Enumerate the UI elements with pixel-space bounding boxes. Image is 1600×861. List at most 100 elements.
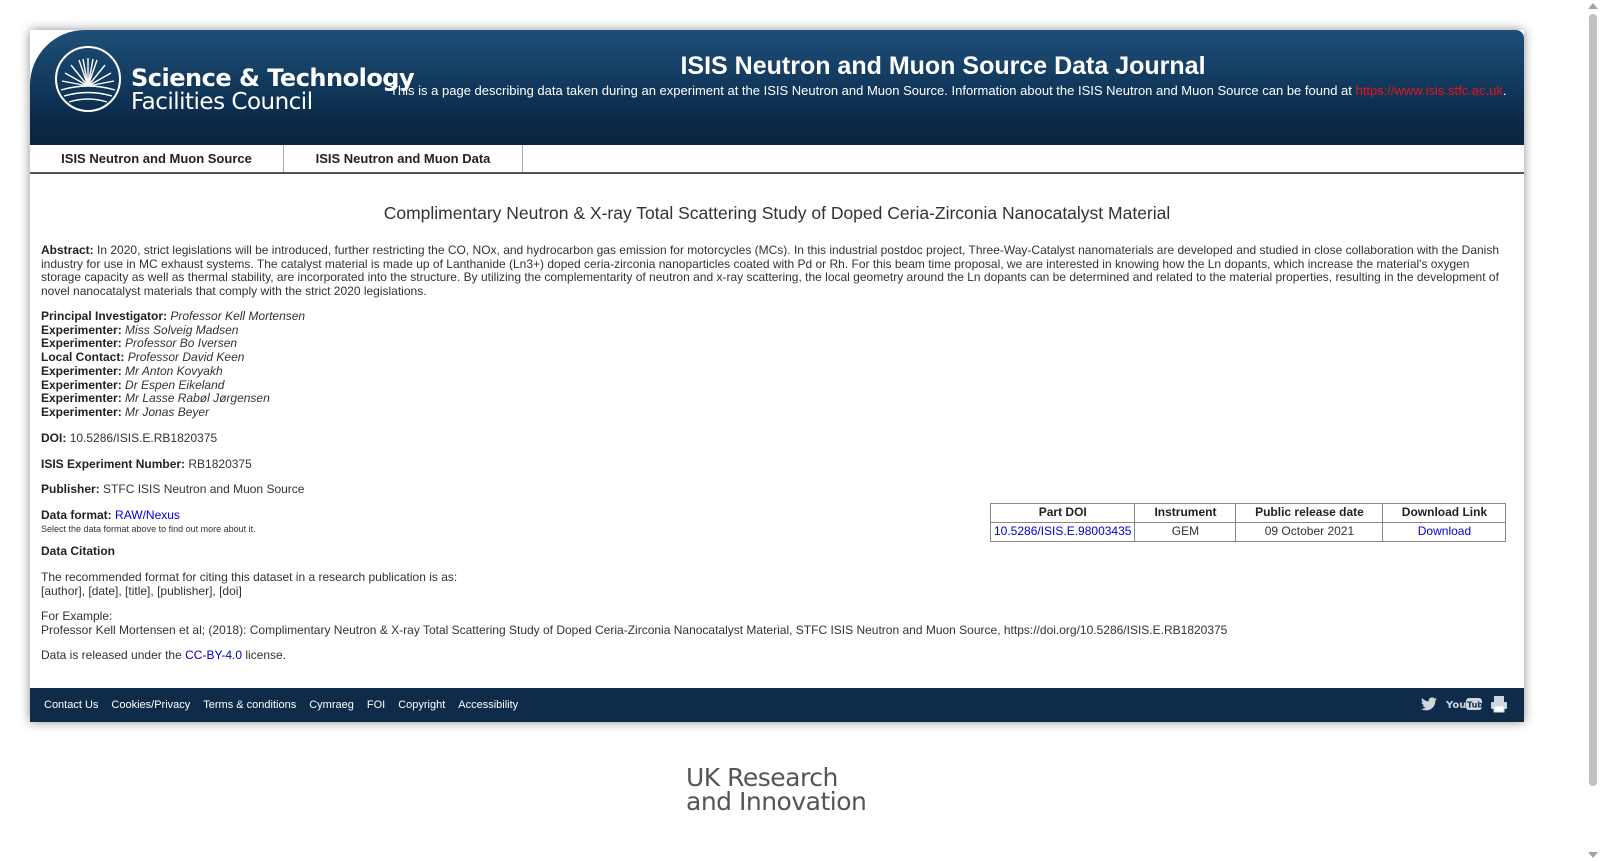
abstract: Abstract: In 2020, strict legislations w… [41, 243, 1506, 299]
part-doi-cell: 10.5286/ISIS.E.98003435 [989, 522, 1136, 542]
doi-value: 10.5286/ISIS.E.RB1820375 [69, 431, 218, 445]
person-name: Professor Kell Mortensen [170, 309, 306, 323]
example-citation: Professor Kell Mortensen et al; (2018): … [41, 623, 1228, 637]
vertical-scrollbar[interactable] [1585, 0, 1600, 861]
footer-link-cookies[interactable]: Cookies/Privacy [111, 688, 190, 722]
person-name: Mr Jonas Beyer [125, 404, 210, 419]
table-row: 10.5286/ISIS.E.98003435 GEM 09 October 2… [989, 522, 1507, 542]
part-doi-link[interactable]: 10.5286/ISIS.E.98003435 [994, 524, 1131, 538]
site-description-text: This is a page describing data taken dur… [390, 83, 1352, 98]
instrument-cell: GEM [1134, 522, 1237, 542]
person-row: Experimenter: Mr Jonas Beyer [41, 404, 305, 420]
stfc-sunburst-icon [55, 46, 121, 112]
doi-field: DOI: 10.5286/ISIS.E.RB1820375 [41, 431, 218, 446]
svg-text:You: You [1446, 700, 1466, 711]
isis-website-link[interactable]: https://www.isis.stfc.ac.uk [1356, 83, 1503, 98]
page-title: Complimentary Neutron & X-ray Total Scat… [383, 203, 1171, 223]
release-date-cell: 09 October 2021 [1235, 522, 1384, 542]
footer-link-copyright[interactable]: Copyright [398, 688, 445, 722]
ukri-line2: and Innovation [686, 787, 867, 816]
citation-heading: Data Citation [41, 544, 116, 558]
scroll-down-arrow-icon[interactable] [1588, 852, 1598, 858]
doi-label: DOI: [41, 431, 67, 445]
main-content: Complimentary Neutron & X-ray Total Scat… [30, 174, 1524, 688]
print-icon[interactable] [1490, 695, 1508, 713]
social-links: You Tube [1420, 695, 1508, 713]
license-note: Data is released under the CC-BY-4.0 lic… [41, 648, 287, 663]
logo-line1: Science & Technology [131, 64, 415, 92]
data-format-field: Data format: RAW/Nexus [41, 508, 180, 523]
footer-link-foi[interactable]: FOI [367, 688, 385, 722]
abstract-text: In 2020, strict legislations will be int… [41, 243, 1500, 299]
footer-link-contact[interactable]: Contact Us [44, 688, 98, 722]
data-format-label: Data format: [41, 508, 112, 522]
person-role: Experimenter: [41, 363, 122, 378]
column-header-instrument: Instrument [1134, 503, 1237, 523]
person-row: Experimenter: Mr Lasse Rabøl Jørgensen [41, 391, 305, 406]
citation-format: [author], [date], [title], [publisher], … [41, 584, 242, 598]
top-nav: ISIS Neutron and Muon Source ISIS Neutro… [30, 145, 1524, 174]
license-link[interactable]: CC-BY-4.0 [185, 648, 242, 662]
person-name: Dr Espen Eikeland [125, 377, 225, 392]
footer-link-accessibility[interactable]: Accessibility [458, 688, 518, 722]
twitter-icon[interactable] [1420, 696, 1438, 712]
nav-isis-data[interactable]: ISIS Neutron and Muon Data [284, 145, 523, 172]
ukri-logo: UK Research and Innovation [686, 765, 867, 816]
person-row: Local Contact: Professor David Keen [41, 350, 305, 365]
footer-link-cymraeg[interactable]: Cymraeg [309, 688, 354, 722]
person-row: Principal Investigator: Professor Kell M… [41, 309, 306, 324]
person-name: Miss Solveig Madsen [125, 322, 239, 337]
scroll-up-arrow-icon[interactable] [1588, 3, 1598, 9]
people-list: Principal Investigator: Professor Kell M… [41, 309, 306, 420]
person-name: Professor David Keen [127, 350, 245, 365]
person-row: Experimenter: Mr Anton Kovyakh [41, 363, 305, 379]
citation-intro: The recommended format for citing this d… [41, 570, 458, 584]
experiment-number-value: RB1820375 [188, 457, 252, 471]
person-row: Experimenter: Miss Solveig Madsen [41, 322, 305, 338]
nav-isis-source[interactable]: ISIS Neutron and Muon Source [30, 145, 284, 172]
youtube-icon[interactable]: You Tube [1446, 696, 1482, 712]
page-container: Science & Technology Facilities Council … [30, 30, 1524, 722]
person-role: Experimenter: [41, 391, 122, 406]
person-name: Professor Bo Iversen [125, 336, 238, 351]
column-header-download: Download Link [1382, 503, 1507, 523]
column-header-release-date: Public release date [1235, 503, 1384, 523]
footer-link-terms[interactable]: Terms & conditions [203, 688, 296, 722]
data-format-hint: Select the data format above to find out… [41, 524, 256, 534]
person-name: Mr Anton Kovyakh [125, 363, 223, 378]
stfc-logo[interactable]: Science & Technology Facilities Council [55, 46, 415, 116]
table-header-row: Part DOI Instrument Public release date … [989, 503, 1507, 523]
person-role: Experimenter: [41, 404, 122, 419]
data-format-link[interactable]: RAW/Nexus [115, 508, 180, 522]
site-description: This is a page describing data taken dur… [390, 83, 1507, 98]
person-role: Experimenter: [41, 336, 122, 351]
person-name: Mr Lasse Rabøl Jørgensen [125, 391, 270, 406]
column-header-part-doi: Part DOI [989, 503, 1136, 523]
download-link[interactable]: Download [1418, 524, 1471, 538]
footer-links: Contact Us Cookies/Privacy Terms & condi… [44, 688, 518, 722]
person-role: Experimenter: [41, 322, 122, 337]
scrollbar-thumb[interactable] [1589, 14, 1597, 786]
publisher-field: Publisher: STFC ISIS Neutron and Muon So… [41, 482, 305, 497]
logo-line2: Facilities Council [131, 89, 313, 115]
abstract-label: Abstract: [41, 243, 94, 257]
publisher-value: STFC ISIS Neutron and Muon Source [103, 482, 305, 496]
person-row: Experimenter: Professor Bo Iversen [41, 337, 305, 351]
person-row: Experimenter: Dr Espen Eikeland [41, 377, 305, 393]
download-cell: Download [1382, 522, 1507, 542]
person-role: Experimenter: [41, 377, 122, 392]
person-role: Local Contact: [41, 350, 125, 365]
license-prefix: Data is released under the [41, 648, 182, 662]
experiment-number-label: ISIS Experiment Number: [41, 457, 186, 471]
publisher-label: Publisher: [41, 482, 100, 496]
experiment-number-field: ISIS Experiment Number: RB1820375 [41, 457, 252, 472]
site-footer: Contact Us Cookies/Privacy Terms & condi… [30, 688, 1524, 722]
svg-text:Tube: Tube [1467, 701, 1482, 710]
site-title: ISIS Neutron and Muon Source Data Journa… [680, 52, 1206, 80]
parts-table: Part DOI Instrument Public release date … [989, 503, 1507, 542]
license-suffix: license. [245, 648, 287, 662]
person-role: Principal Investigator: [41, 309, 168, 323]
site-header: Science & Technology Facilities Council … [30, 30, 1524, 145]
example-label: For Example: [41, 609, 113, 623]
site-description-suffix: . [1502, 83, 1507, 98]
